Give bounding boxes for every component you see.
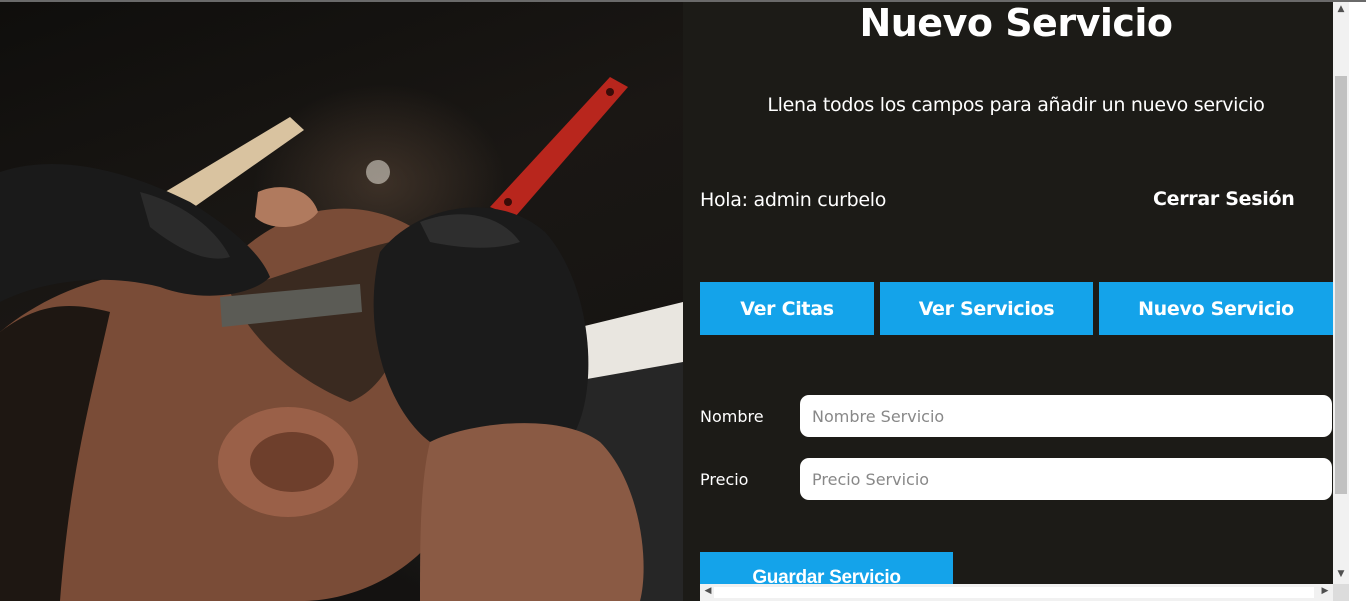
page-title: Nuevo Servicio <box>859 2 1173 45</box>
nav-ver-servicios-button[interactable]: Ver Servicios <box>880 282 1093 335</box>
guardar-servicio-button[interactable]: Guardar Servicio <box>700 552 953 584</box>
main-panel: Nuevo Servicio Llena todos los campos pa… <box>683 2 1333 584</box>
nav-ver-citas-button[interactable]: Ver Citas <box>700 282 874 335</box>
barber-illustration <box>0 77 683 601</box>
precio-label: Precio <box>700 470 749 489</box>
scrollbar-corner <box>1333 584 1349 601</box>
window-top-border <box>0 0 1366 2</box>
horizontal-scrollbar[interactable]: ◀ ▶ <box>700 584 1333 601</box>
hero-image <box>0 2 683 601</box>
scroll-up-icon[interactable]: ▲ <box>1333 4 1349 14</box>
horizontal-scroll-thumb[interactable] <box>714 587 1314 598</box>
nombre-label: Nombre <box>700 407 764 426</box>
scroll-down-icon[interactable]: ▼ <box>1333 569 1349 579</box>
nav-nuevo-servicio-button[interactable]: Nuevo Servicio <box>1099 282 1333 335</box>
page-subtitle: Llena todos los campos para añadir un nu… <box>767 94 1265 116</box>
vertical-scrollbar[interactable]: ▲ ▼ <box>1333 2 1349 584</box>
scroll-right-icon[interactable]: ▶ <box>1317 586 1333 596</box>
logout-link[interactable]: Cerrar Sesión <box>1153 188 1295 210</box>
nombre-input[interactable] <box>800 395 1332 437</box>
window-right-edge <box>1349 2 1366 601</box>
precio-input[interactable] <box>800 458 1332 500</box>
user-greeting: Hola: admin curbelo <box>700 189 887 211</box>
vertical-scroll-thumb[interactable] <box>1335 76 1347 494</box>
